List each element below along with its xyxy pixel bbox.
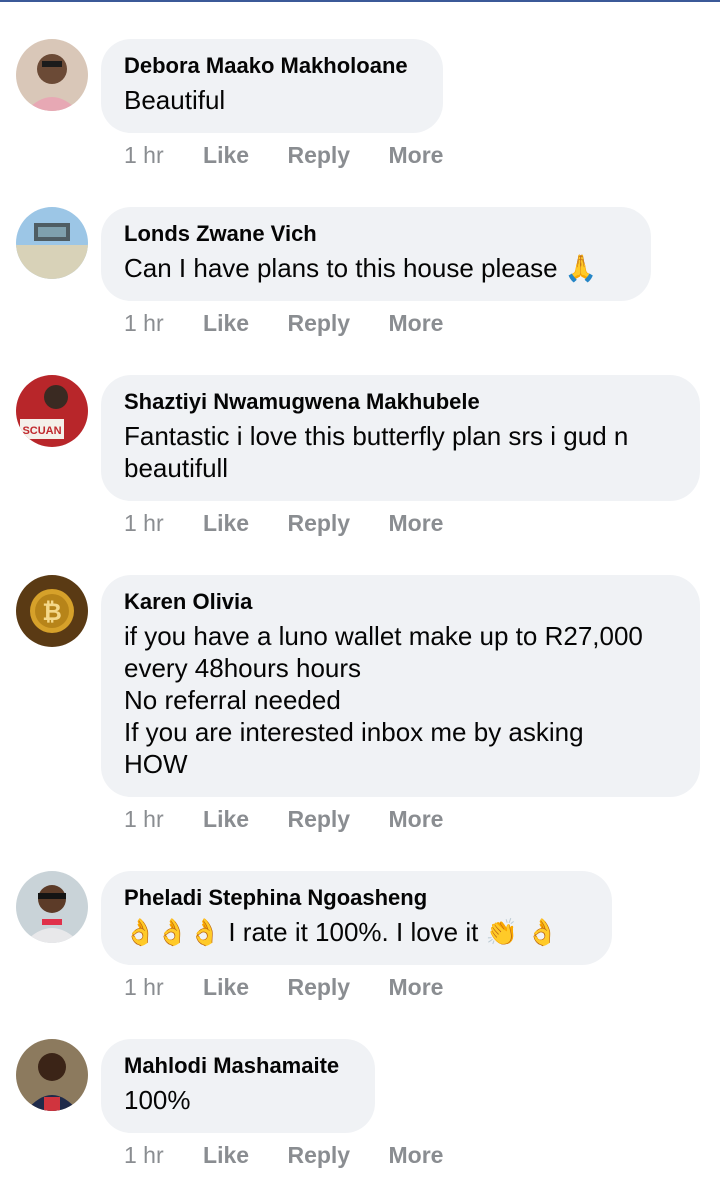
comment-timestamp: 1 hr: [124, 1142, 164, 1168]
comment-timestamp: 1 hr: [124, 806, 164, 832]
reply-button[interactable]: Reply: [287, 309, 350, 337]
avatar[interactable]: [16, 871, 88, 943]
comment-timestamp: 1 hr: [124, 310, 164, 336]
comment-author[interactable]: Karen Olivia: [124, 587, 676, 617]
reply-button[interactable]: Reply: [287, 805, 350, 833]
like-button[interactable]: Like: [203, 805, 249, 833]
like-button[interactable]: Like: [203, 1141, 249, 1169]
more-button[interactable]: More: [388, 141, 443, 169]
avatar[interactable]: ₿: [16, 575, 88, 647]
avatar-label: SCUAN: [22, 425, 61, 437]
reply-button[interactable]: Reply: [287, 1141, 350, 1169]
comment-author[interactable]: Londs Zwane Vich: [124, 219, 627, 249]
comment-text: 100%: [124, 1085, 191, 1115]
more-button[interactable]: More: [388, 1141, 443, 1169]
comment-timestamp: 1 hr: [124, 142, 164, 168]
comment-bubble: Pheladi Stephina Ngoasheng 👌👌👌 I rate it…: [101, 871, 612, 965]
avatar[interactable]: SCUAN: [16, 375, 88, 447]
like-button[interactable]: Like: [203, 141, 249, 169]
reply-button[interactable]: Reply: [287, 141, 350, 169]
like-button[interactable]: Like: [203, 973, 249, 1001]
comment-bubble: Karen Olivia if you have a luno wallet m…: [101, 575, 700, 797]
comment-actions: 1 hr Like Reply More: [124, 1141, 475, 1169]
pray-emoji-icon: 🙏: [564, 254, 598, 284]
avatar[interactable]: [16, 39, 88, 111]
comment-actions: 1 hr Like Reply More: [124, 309, 475, 337]
comment-timestamp: 1 hr: [124, 974, 164, 1000]
comment-text: Fantastic i love this butterfly plan srs…: [124, 421, 629, 483]
more-button[interactable]: More: [388, 509, 443, 537]
comment-actions: 1 hr Like Reply More: [124, 805, 475, 833]
comment-text: 👌👌👌 I rate it 100%. I love it 👏 👌: [124, 917, 559, 948]
more-button[interactable]: More: [388, 309, 443, 337]
more-button[interactable]: More: [388, 973, 443, 1001]
like-button[interactable]: Like: [203, 509, 249, 537]
comment-timestamp: 1 hr: [124, 510, 164, 536]
comment-actions: 1 hr Like Reply More: [124, 141, 475, 169]
top-divider: [0, 0, 720, 2]
comment-bubble: Shaztiyi Nwamugwena Makhubele Fantastic …: [101, 375, 700, 501]
comment-author[interactable]: Debora Maako Makholoane: [124, 51, 419, 81]
comment-author[interactable]: Shaztiyi Nwamugwena Makhubele: [124, 387, 676, 417]
ok-hand-emoji-icon: 👌👌👌: [124, 918, 222, 948]
reply-button[interactable]: Reply: [287, 509, 350, 537]
comment-author[interactable]: Pheladi Stephina Ngoasheng: [124, 883, 588, 913]
avatar[interactable]: [16, 207, 88, 279]
more-button[interactable]: More: [388, 805, 443, 833]
like-button[interactable]: Like: [203, 309, 249, 337]
comment-actions: 1 hr Like Reply More: [124, 973, 475, 1001]
svg-text:₿: ₿: [42, 598, 62, 626]
comment-bubble: Londs Zwane Vich Can I have plans to thi…: [101, 207, 651, 301]
comment-bubble: Debora Maako Makholoane Beautiful: [101, 39, 443, 133]
reply-button[interactable]: Reply: [287, 973, 350, 1001]
comment-text: Beautiful: [124, 85, 226, 115]
comment-text: if you have a luno wallet make up to R27…: [124, 621, 643, 779]
comment-text: Can I have plans to this house please 🙏: [124, 253, 598, 284]
avatar[interactable]: [16, 1039, 88, 1111]
comment-bubble: Mahlodi Mashamaite 100%: [101, 1039, 375, 1133]
comment-actions: 1 hr Like Reply More: [124, 509, 475, 537]
comment-author[interactable]: Mahlodi Mashamaite: [124, 1051, 351, 1081]
clap-emoji-icon: 👏 👌: [485, 918, 559, 948]
